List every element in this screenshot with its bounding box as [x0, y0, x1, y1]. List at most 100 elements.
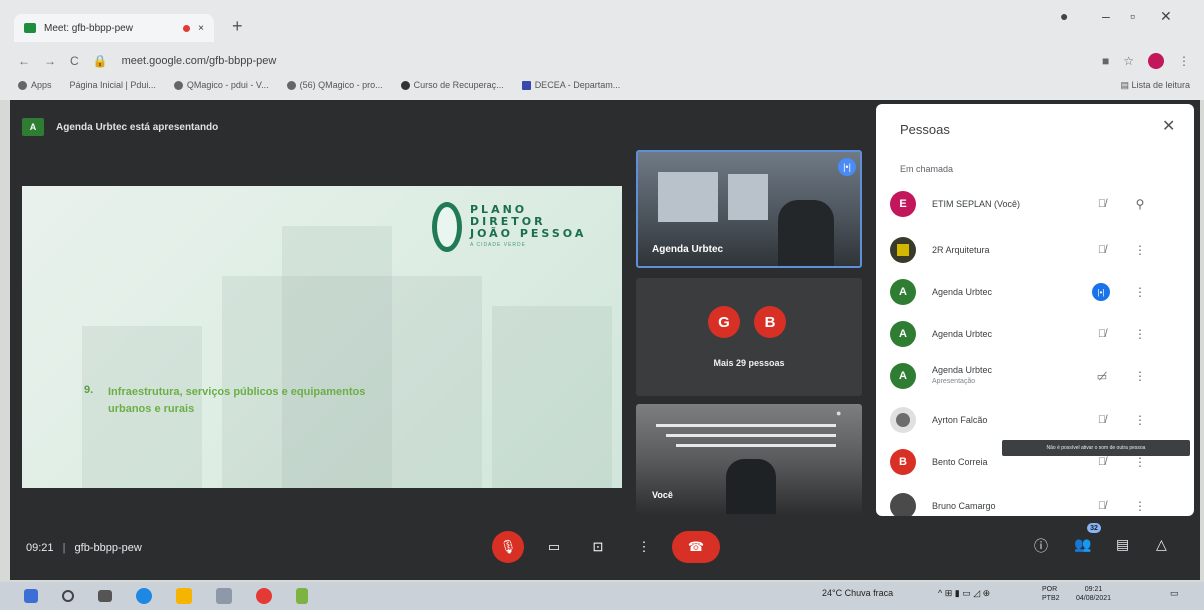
profile-avatar[interactable]	[1148, 53, 1164, 69]
more-options-icon[interactable]: ⋮	[1130, 369, 1150, 383]
participant-name: 2R Arquitetura	[932, 244, 990, 255]
bookmark-item[interactable]: Curso de Recuperaç...	[400, 80, 504, 91]
clock[interactable]: 09:21 04/08/2021	[1076, 585, 1111, 603]
avatar	[890, 407, 916, 433]
tab-close-icon[interactable]: ×	[198, 23, 204, 34]
bookmark-item[interactable]: Página Inicial | Pdui...	[70, 80, 156, 90]
participant-row[interactable]: 2R Arquitetura 🎙̸ ⋮	[890, 230, 1180, 270]
more-options-button[interactable]: ⋮	[628, 531, 660, 563]
menu-kebab-icon[interactable]: ⋮	[1178, 54, 1190, 68]
close-window-icon[interactable]: ✕	[1160, 8, 1172, 25]
camera-toggle-button[interactable]: ▭	[538, 531, 570, 563]
store-icon[interactable]	[216, 588, 232, 604]
slide-logo-subtitle: A CIDADE VERDE	[470, 242, 526, 248]
presenter-badge: A	[22, 118, 44, 136]
weather-tray[interactable]: 24°C Chuva fraca	[822, 588, 893, 598]
participant-row[interactable]: Ayrton Falcão 🎙̸ ⋮	[890, 400, 1180, 440]
windows-taskbar	[0, 582, 1204, 610]
address-row: ← → C 🔒 meet.google.com/gfb-bbpp-pew ■ ☆…	[0, 48, 1204, 74]
participant-subtitle: Apresentação	[932, 378, 976, 385]
more-people-label: Mais 29 pessoas	[713, 358, 785, 368]
participant-tile-agenda[interactable]: |•| Agenda Urbtec	[636, 150, 862, 268]
participant-row[interactable]: A Agenda Urbtec Apresentação ▭̸ ⋮	[890, 356, 1180, 396]
reading-list[interactable]: ▤ Lista de leitura	[1120, 80, 1190, 91]
participant-row[interactable]: A Agenda Urbtec |•| ⋮	[890, 272, 1180, 312]
bookmark-apps[interactable]: Apps	[18, 80, 52, 91]
tray-icons[interactable]: ^ ⊞ ▮ ▭ ◿ ⊕	[938, 588, 990, 599]
page-icon	[521, 81, 531, 91]
app-icon[interactable]	[296, 588, 308, 604]
globe-icon	[173, 81, 183, 91]
avatar-b: B	[754, 306, 786, 338]
participant-row[interactable]: A Agenda Urbtec 🎙̸ ⋮	[890, 314, 1180, 354]
presentation-slide: PLANO DIRETOR JOÃO PESSOA A CIDADE VERDE…	[22, 186, 622, 488]
more-options-icon[interactable]: ⋮	[1130, 499, 1150, 513]
avatar	[890, 237, 916, 263]
close-panel-icon[interactable]: ✕	[1162, 116, 1175, 136]
profile-dot-icon[interactable]: ●	[1060, 8, 1068, 24]
chat-icon[interactable]: ▤	[1116, 536, 1129, 553]
camera-icon[interactable]: ■	[1102, 54, 1109, 68]
browser-tab[interactable]: Meet: gfb-bbpp-pew ×	[14, 14, 214, 42]
avatar: E	[890, 191, 916, 217]
back-icon[interactable]: ←	[18, 54, 30, 68]
more-options-icon[interactable]: ⋮	[1130, 285, 1150, 299]
slide-item-number: 9.	[84, 384, 94, 396]
url-bar[interactable]: meet.google.com/gfb-bbpp-pew	[122, 55, 277, 67]
presenting-text: Agenda Urbtec está apresentando	[56, 121, 219, 133]
participant-name: Agenda Urbtec	[932, 328, 993, 339]
mic-off-icon: 🎙̸	[1097, 198, 1107, 210]
bookmark-item[interactable]: (56) QMagico - pro...	[286, 80, 383, 91]
avatar	[890, 493, 916, 516]
file-explorer-icon[interactable]	[176, 588, 192, 604]
language-indicator[interactable]: POR PTB2	[1042, 585, 1060, 603]
minimize-icon[interactable]: –	[1102, 8, 1110, 24]
maximize-icon[interactable]: ▫	[1130, 8, 1135, 24]
tab-title: Meet: gfb-bbpp-pew	[44, 22, 133, 34]
participant-name: Bruno Camargo	[932, 500, 996, 511]
mic-off-icon: 🎙̸	[1097, 456, 1107, 468]
reload-icon[interactable]: C	[70, 54, 79, 68]
forward-icon[interactable]: →	[44, 54, 56, 68]
tile-name: Agenda Urbtec	[652, 244, 724, 255]
more-options-icon[interactable]: ⋮	[1130, 455, 1150, 469]
speaking-indicator-icon: |•|	[1092, 283, 1112, 301]
meet-favicon-icon	[24, 23, 36, 33]
windows-start-icon[interactable]	[24, 589, 38, 603]
more-options-icon[interactable]: ⋮	[1130, 327, 1150, 341]
speaking-indicator-icon: |•|	[838, 158, 856, 176]
edge-icon[interactable]	[136, 588, 152, 604]
participant-row[interactable]: Bruno Camargo 🎙̸ ⋮	[890, 486, 1180, 516]
present-button[interactable]: ⊡	[582, 531, 614, 563]
search-icon[interactable]	[62, 590, 74, 602]
avatar: B	[890, 449, 916, 475]
self-label: Você	[652, 490, 673, 500]
meeting-code: gfb-bbpp-pew	[74, 542, 142, 554]
more-options-icon[interactable]: ⋮	[1130, 413, 1150, 427]
activities-icon[interactable]: △	[1156, 536, 1167, 553]
leaf-logo-icon	[432, 202, 462, 252]
pin-icon[interactable]: ⚲	[1130, 197, 1150, 211]
people-icon[interactable]: 👥	[1074, 536, 1091, 553]
participant-name: Agenda Urbtec	[932, 286, 993, 297]
globe-icon	[400, 81, 410, 91]
chrome-icon[interactable]	[256, 588, 272, 604]
participants-count-badge: 32	[1087, 523, 1101, 533]
task-view-icon[interactable]	[98, 590, 112, 602]
participant-row[interactable]: E ETIM SEPLAN (Você) 🎙̸ ⚲	[890, 184, 1180, 224]
bookmark-star-icon[interactable]: ☆	[1123, 54, 1134, 68]
new-tab-button[interactable]: +	[232, 16, 243, 37]
meeting-details-icon[interactable]: ⓘ	[1034, 536, 1048, 556]
bookmark-item[interactable]: QMagico - pdui - V...	[173, 80, 269, 91]
meeting-info: 09:21 | gfb-bbpp-pew	[26, 542, 142, 554]
mic-off-icon: 🎙̸	[1097, 244, 1107, 256]
more-people-tile[interactable]: G B Mais 29 pessoas	[636, 278, 862, 396]
mic-off-icon: 🎙̸	[1097, 414, 1107, 426]
participant-name: Agenda Urbtec Apresentação	[932, 365, 1092, 387]
tooltip: Não é possível ativar o som de outra pes…	[1002, 440, 1190, 456]
mic-toggle-button[interactable]: 🎙	[492, 531, 524, 563]
leave-call-button[interactable]: ☎	[672, 531, 720, 563]
notifications-icon[interactable]: ▭	[1170, 588, 1179, 599]
bookmark-item[interactable]: DECEA - Departam...	[521, 80, 620, 91]
more-options-icon[interactable]: ⋮	[1130, 243, 1150, 257]
